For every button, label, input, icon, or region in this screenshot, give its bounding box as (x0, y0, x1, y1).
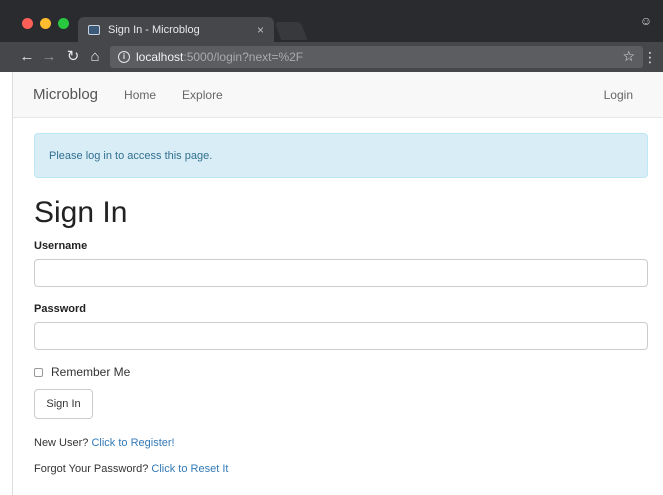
browser-titlebar: Sign In - Microblog × ☺ (0, 0, 663, 42)
close-window-button[interactable] (22, 18, 33, 29)
alert-message: Please log in to access this page. (49, 150, 213, 162)
remember-me-row[interactable]: Remember Me (34, 365, 130, 379)
new-tab-button[interactable] (274, 22, 308, 40)
remember-me-label: Remember Me (51, 365, 131, 379)
nav-link-login[interactable]: Login (604, 88, 633, 102)
reset-line: Forgot Your Password? Click to Reset It (34, 463, 228, 475)
home-icon[interactable]: ⌂ (86, 42, 104, 72)
page-title: Sign In (34, 196, 128, 229)
info-alert: Please log in to access this page. (34, 133, 648, 178)
star-icon[interactable]: ☆ (622, 48, 635, 65)
forgot-password-text: Forgot Your Password? (34, 463, 149, 475)
maximize-window-button[interactable] (58, 18, 69, 29)
sign-in-button[interactable]: Sign In (34, 389, 93, 419)
nav-link-explore[interactable]: Explore (182, 88, 223, 102)
register-line: New User? Click to Register! (34, 437, 175, 449)
user-icon[interactable]: ☺ (639, 14, 653, 28)
password-input[interactable] (34, 322, 648, 350)
page-favicon-icon (88, 24, 100, 35)
info-icon[interactable]: i (118, 51, 130, 63)
url-host: localhost (136, 50, 184, 64)
forward-icon[interactable]: → (40, 42, 58, 72)
tab-close-icon[interactable]: × (257, 23, 264, 37)
reset-password-link[interactable]: Click to Reset It (151, 463, 228, 475)
tab-title: Sign In - Microblog (108, 23, 200, 36)
remember-me-checkbox[interactable] (34, 367, 43, 377)
username-input[interactable] (34, 259, 648, 287)
browser-toolbar: ← → ↻ ⌂ i localhost :5000/login?next=%2F… (0, 42, 663, 72)
tab-sign-in[interactable]: Sign In - Microblog × (78, 17, 274, 42)
password-label: Password (34, 303, 86, 315)
back-icon[interactable]: ← (18, 42, 36, 72)
reload-icon[interactable]: ↻ (64, 42, 82, 72)
brand-link[interactable]: Microblog (33, 86, 98, 103)
navbar: Microblog Home Explore Login (13, 72, 663, 118)
username-label: Username (34, 240, 88, 252)
url-path: :5000/login?next=%2F (183, 50, 304, 64)
minimize-window-button[interactable] (40, 18, 51, 29)
new-user-text: New User? (34, 437, 89, 449)
page-viewport: Microblog Home Explore Login Please log … (12, 72, 663, 495)
address-bar[interactable]: i localhost :5000/login?next=%2F ☆ (110, 46, 643, 68)
register-link[interactable]: Click to Register! (91, 437, 174, 449)
nav-link-home[interactable]: Home (124, 88, 156, 102)
menu-icon[interactable]: ⋮ (643, 42, 657, 72)
